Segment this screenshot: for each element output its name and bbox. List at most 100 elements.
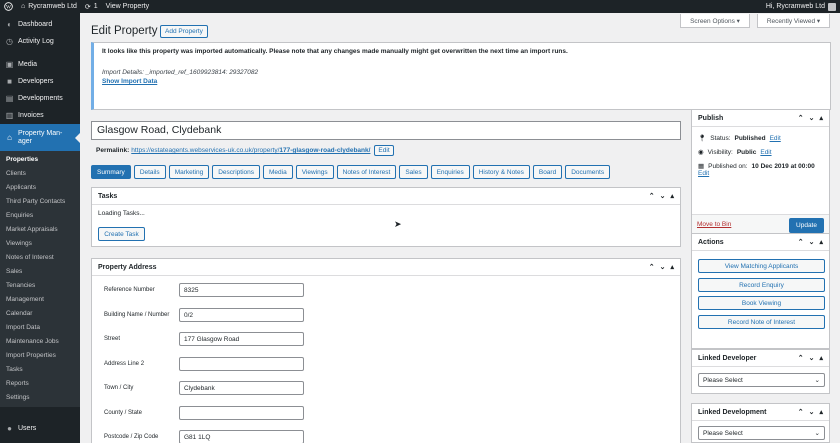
edit-status-link[interactable]: Edit (770, 135, 781, 142)
book-viewing-button[interactable]: Book Viewing (698, 296, 825, 310)
dashboard-icon: ◐ (7, 20, 12, 29)
move-up-icon[interactable]: ⌃ (798, 114, 804, 122)
submenu-reports[interactable]: Reports (0, 377, 80, 391)
add-property-button[interactable]: Add Property (160, 25, 208, 38)
tab-history-notes[interactable]: History & Notes (472, 165, 530, 179)
menu-activity-log[interactable]: ◷ Activity Log (0, 33, 80, 50)
tab-descriptions[interactable]: Descriptions (212, 165, 260, 179)
move-down-icon[interactable]: ⌄ (660, 263, 666, 271)
submenu-applicants[interactable]: Applicants (0, 181, 80, 195)
street-row: Street 177 Glasgow Road (104, 332, 304, 346)
submenu-clients[interactable]: Clients (0, 167, 80, 181)
county-state-row: County / State (104, 406, 304, 420)
submenu-import-properties[interactable]: Import Properties (0, 349, 80, 363)
submenu-management[interactable]: Management (0, 293, 80, 307)
tab-media[interactable]: Media (263, 165, 293, 179)
collapse-icon[interactable]: ▴ (819, 238, 823, 246)
menu-property-manager[interactable]: ⌂ Property Man-ager (0, 124, 80, 151)
permalink-link[interactable]: https://estateagents.webservices-uk.co.u… (131, 147, 370, 154)
submenu-properties[interactable]: Properties (0, 153, 80, 167)
tab-details[interactable]: Details (133, 165, 166, 179)
submenu-enquiries[interactable]: Enquiries (0, 209, 80, 223)
street-input[interactable]: 177 Glasgow Road (179, 332, 304, 346)
wp-logo[interactable]: W (0, 0, 17, 13)
move-down-icon[interactable]: ⌄ (809, 408, 815, 416)
move-down-icon[interactable]: ⌄ (809, 354, 815, 362)
create-task-button[interactable]: Create Task (98, 227, 145, 241)
move-up-icon[interactable]: ⌃ (649, 263, 655, 271)
tab-documents[interactable]: Documents (565, 165, 611, 179)
tab-board[interactable]: Board (532, 165, 563, 179)
account-menu[interactable]: Hi, Rycramweb Ltd (762, 0, 840, 13)
building-name-input[interactable]: 0/2 (179, 308, 304, 322)
reference-number-row: Reference Number 8325 (104, 283, 304, 297)
avatar (828, 2, 836, 11)
reference-number-input[interactable]: 8325 (179, 283, 304, 297)
submenu-calendar[interactable]: Calendar (0, 307, 80, 321)
view-property-link[interactable]: View Property (102, 0, 153, 13)
submenu-third-party-contacts[interactable]: Third Party Contacts (0, 195, 80, 209)
menu-developers[interactable]: ■ Developers (0, 73, 80, 90)
move-up-icon[interactable]: ⌃ (649, 192, 655, 200)
menu-developments[interactable]: ▤ Developments (0, 90, 80, 107)
move-up-icon[interactable]: ⌃ (798, 408, 804, 416)
collapse-icon[interactable]: ▴ (819, 354, 823, 362)
submenu-viewings[interactable]: Viewings (0, 237, 80, 251)
import-notice: It looks like this property was imported… (91, 42, 831, 110)
site-name-link[interactable]: ⌂ Rycramweb Ltd (17, 0, 81, 13)
county-state-input[interactable] (179, 406, 304, 420)
submenu-sales[interactable]: Sales (0, 265, 80, 279)
menu-media[interactable]: ▣ Media (0, 56, 80, 73)
move-up-icon[interactable]: ⌃ (798, 238, 804, 246)
move-to-bin-link[interactable]: Move to Bin (697, 221, 731, 228)
submenu-maintenance-jobs[interactable]: Maintenance Jobs (0, 335, 80, 349)
menu-invoices[interactable]: ▥ Invoices (0, 107, 80, 124)
submenu-settings[interactable]: Settings (0, 391, 80, 405)
submenu-market-appraisals[interactable]: Market Appraisals (0, 223, 80, 237)
edit-date-link[interactable]: Edit (698, 170, 709, 177)
postcode-input[interactable]: G81 1LQ (179, 430, 304, 443)
tab-sales[interactable]: Sales (399, 165, 428, 179)
mouse-cursor-icon: ➤ (394, 219, 402, 229)
publish-title: Publish (698, 114, 724, 122)
screen-options-button[interactable]: Screen Options ▾ (680, 14, 750, 28)
collapse-icon[interactable]: ▴ (670, 192, 674, 200)
tab-enquiries[interactable]: Enquiries (430, 165, 470, 179)
recently-viewed-button[interactable]: Recently Viewed ▾ (757, 14, 830, 28)
updates-icon: ⟳ (84, 3, 91, 11)
show-import-data-link[interactable]: Show Import Data (102, 78, 822, 85)
submenu-notes-of-interest[interactable]: Notes of Interest (0, 251, 80, 265)
submenu-import-data[interactable]: Import Data (0, 321, 80, 335)
property-title-input[interactable]: Glasgow Road, Clydebank (91, 121, 681, 140)
permalink-edit-button[interactable]: Edit (374, 145, 394, 156)
tab-marketing[interactable]: Marketing (168, 165, 210, 179)
edit-visibility-link[interactable]: Edit (760, 149, 771, 156)
linked-development-select[interactable]: Please Select ⌄ (698, 426, 825, 440)
menu-users[interactable]: ● Users (0, 420, 80, 437)
main-content: Screen Options ▾ Recently Viewed ▾ Edit … (80, 13, 840, 443)
view-matching-applicants-button[interactable]: View Matching Applicants (698, 259, 825, 273)
town-city-input[interactable]: Clydebank (179, 381, 304, 395)
tab-viewings[interactable]: Viewings (295, 165, 334, 179)
move-up-icon[interactable]: ⌃ (798, 354, 804, 362)
media-icon: ▣ (5, 60, 14, 69)
linked-developer-select[interactable]: Please Select ⌄ (698, 373, 825, 387)
move-down-icon[interactable]: ⌄ (660, 192, 666, 200)
address-line-2-input[interactable] (179, 357, 304, 371)
collapse-icon[interactable]: ▴ (819, 114, 823, 122)
menu-dashboard[interactable]: ◐ Dashboard (0, 16, 80, 33)
updates-link[interactable]: ⟳ 1 (81, 0, 102, 13)
submenu-tasks[interactable]: Tasks (0, 363, 80, 377)
clock-icon: ◷ (6, 37, 13, 46)
tab-notes-of-interest[interactable]: Notes of Interest (336, 165, 397, 179)
collapse-icon[interactable]: ▴ (819, 408, 823, 416)
collapse-icon[interactable]: ▴ (670, 263, 674, 271)
record-enquiry-button[interactable]: Record Enquiry (698, 278, 825, 292)
update-button[interactable]: Update (789, 218, 824, 233)
submenu-tenancies[interactable]: Tenancies (0, 279, 80, 293)
town-city-row: Town / City Clydebank (104, 381, 304, 395)
tab-summary[interactable]: Summary (91, 165, 131, 179)
move-down-icon[interactable]: ⌄ (809, 238, 815, 246)
record-note-of-interest-button[interactable]: Record Note of Interest (698, 315, 825, 329)
move-down-icon[interactable]: ⌄ (809, 114, 815, 122)
